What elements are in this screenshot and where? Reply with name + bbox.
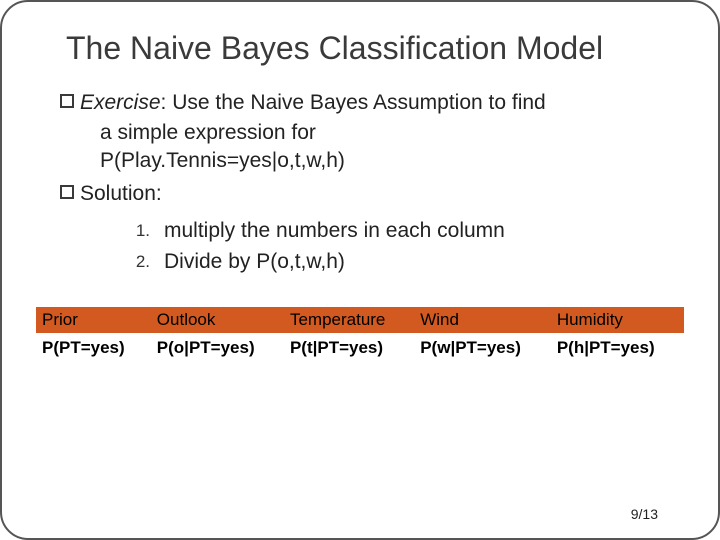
slide-body: Exercise: Use the Naive Bayes Assumption…: [60, 89, 660, 277]
th-wind: Wind: [414, 307, 551, 333]
exercise-sep: :: [161, 91, 173, 114]
slide-frame: The Naive Bayes Classification Model Exe…: [0, 0, 720, 540]
slide-title: The Naive Bayes Classification Model: [66, 30, 654, 67]
td-prior: P(PT=yes): [36, 333, 151, 380]
page-number: 9/13: [631, 506, 658, 522]
square-bullet-icon: [60, 94, 74, 108]
exercise-line: Exercise: Use the Naive Bayes Assumption…: [80, 89, 660, 117]
enumeration: 1. multiply the numbers in each column 2…: [130, 216, 660, 277]
exercise-label: Exercise: [80, 91, 161, 114]
table-header-row: Prior Outlook Temperature Wind Humidity: [36, 307, 684, 333]
enum-item-2: 2. Divide by P(o,t,w,h): [130, 247, 660, 277]
td-wind: P(w|PT=yes): [414, 333, 551, 380]
table: Prior Outlook Temperature Wind Humidity …: [36, 307, 684, 380]
th-humidity: Humidity: [551, 307, 684, 333]
enum-text-1: multiply the numbers in each column: [164, 216, 505, 246]
enum-num-2: 2.: [130, 247, 150, 277]
th-prior: Prior: [36, 307, 151, 333]
exercise-cont-2: P(Play.Tennis=yes|o,t,w,h): [100, 147, 660, 175]
table-row: P(PT=yes) P(o|PT=yes) P(t|PT=yes) P(w|PT…: [36, 333, 684, 380]
enum-item-1: 1. multiply the numbers in each column: [130, 216, 660, 246]
enum-num-1: 1.: [130, 216, 150, 246]
bullet-solution: Solution:: [60, 180, 660, 208]
square-bullet-icon: [60, 185, 74, 199]
th-temperature: Temperature: [284, 307, 414, 333]
solution-label: Solution:: [80, 180, 660, 208]
enum-text-2: Divide by P(o,t,w,h): [164, 247, 345, 277]
probability-table: Prior Outlook Temperature Wind Humidity …: [36, 307, 684, 380]
td-outlook: P(o|PT=yes): [151, 333, 284, 380]
td-temperature: P(t|PT=yes): [284, 333, 414, 380]
exercise-cont-1: a simple expression for: [100, 119, 660, 147]
th-outlook: Outlook: [151, 307, 284, 333]
bullet-exercise: Exercise: Use the Naive Bayes Assumption…: [60, 89, 660, 117]
exercise-text: Use the Naive Bayes Assumption to find: [172, 91, 546, 114]
td-humidity: P(h|PT=yes): [551, 333, 684, 380]
